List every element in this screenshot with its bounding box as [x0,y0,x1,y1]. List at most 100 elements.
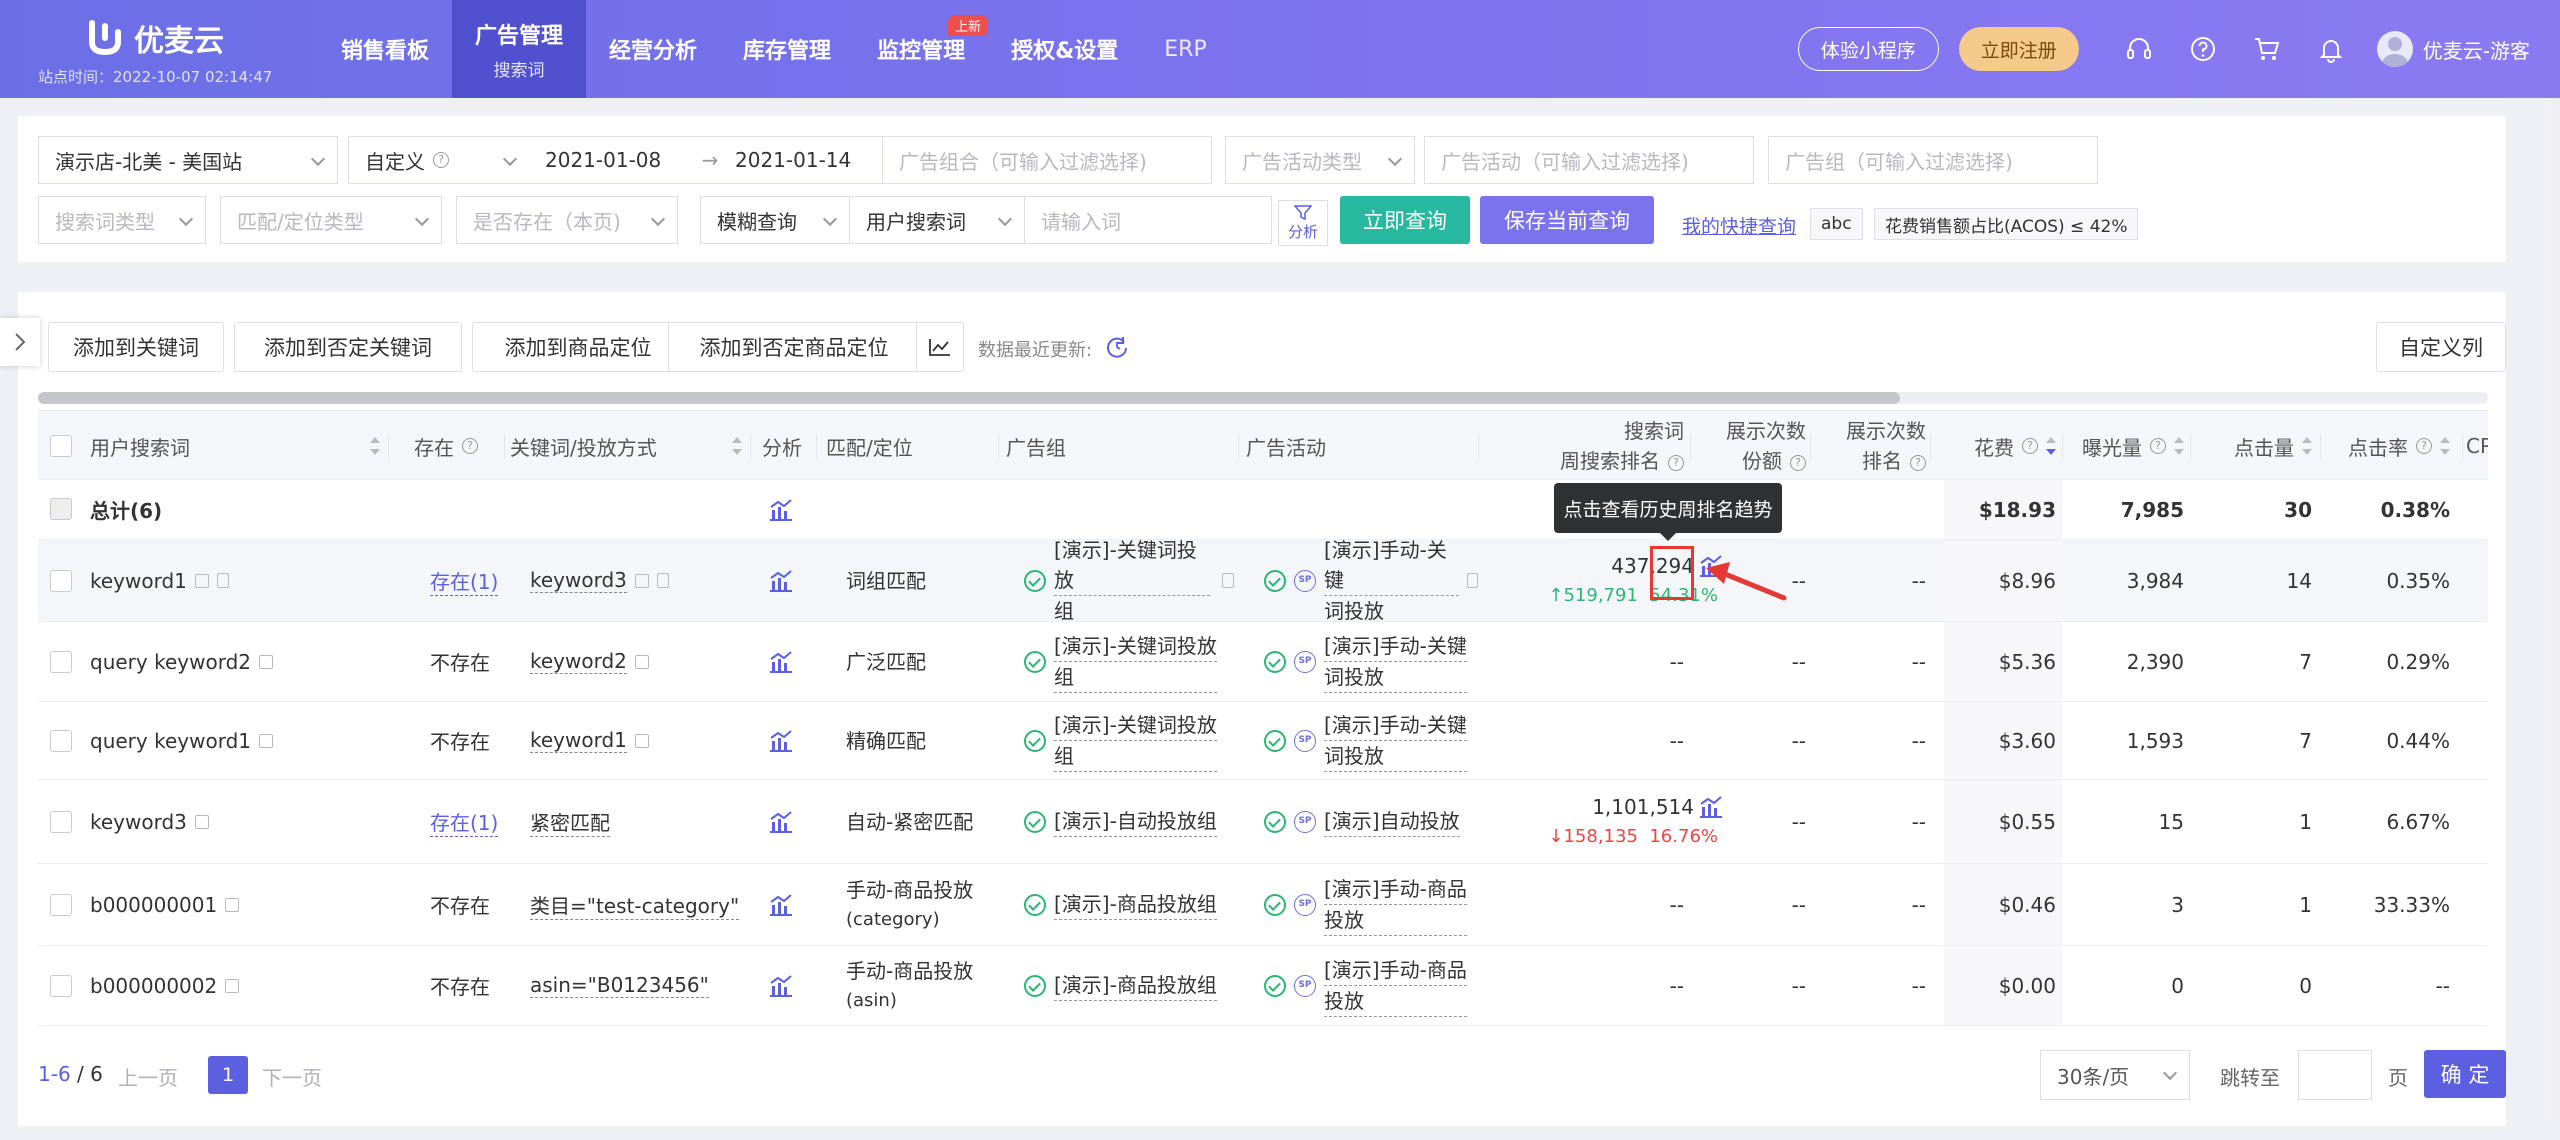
mini-program-button[interactable]: 体验小程序 [1797,27,1939,71]
horizontal-scrollbar[interactable] [38,392,2488,404]
headset-icon[interactable] [2124,34,2154,64]
table-row[interactable]: query keyword1 不存在 keyword1 精确匹配 [演示]-关键词投放组… [38,702,2488,780]
ad-group-cell[interactable]: [演示]-关键词投放组 [1024,622,1234,701]
ad-group-cell[interactable]: [演示]-商品投放组 [1024,946,1234,1025]
th-clicks[interactable]: 点击量 [2192,411,2312,481]
ad-group-select[interactable]: 广告组（可输入过滤选择) [1768,136,2098,184]
sort-icon[interactable] [2440,437,2450,455]
th-keyword[interactable]: 关键词/投放方式 [510,411,657,481]
campaign-cell[interactable]: SP [演示]手动-关键 词投放 [1264,538,1478,627]
search-field-select[interactable]: 用户搜索词 [849,196,1025,244]
campaign-select[interactable]: 广告活动（可输入过滤选择) [1424,136,1754,184]
query-button[interactable]: 立即查询 [1340,196,1470,244]
th-spend[interactable]: 花费? [1938,411,2056,481]
exists-value[interactable]: 存在(1) [430,566,499,596]
copy-icon[interactable] [1222,573,1234,588]
ad-group-cell[interactable]: [演示]-关键词投放组 [1024,538,1234,627]
row-checkbox[interactable] [50,730,72,752]
th-search-term[interactable]: 用户搜索词 [90,411,190,481]
quick-query-link[interactable]: 我的快捷查询 [1682,212,1796,239]
row-checkbox[interactable] [50,570,72,592]
nav-business-analysis[interactable]: 经营分析 [586,0,720,98]
ad-group-cell[interactable]: [演示]-商品投放组 [1024,864,1234,945]
sort-icon[interactable] [2302,437,2312,455]
th-exists[interactable]: 存在? [414,411,478,481]
th-ctr[interactable]: 点击率? [2322,411,2450,481]
external-link-icon[interactable] [634,733,649,748]
campaign-cell[interactable]: SP [演示]手动-关键 词投放 [1264,622,1478,701]
sort-icon[interactable] [732,437,742,455]
vertical-scrollbar[interactable] [2544,100,2554,1120]
external-link-icon[interactable] [194,573,209,588]
external-link-icon[interactable] [225,897,240,912]
ad-group-cell[interactable]: [演示]-关键词投放组 [1024,702,1234,779]
chart-toggle-button[interactable] [916,322,964,372]
nav-auth-settings[interactable]: 授权&设置 [988,0,1141,98]
exists-value[interactable]: 存在(1) [430,807,499,837]
keyword-text[interactable]: keyword1 [530,728,627,753]
row-checkbox[interactable] [50,975,72,997]
trend-chart-icon[interactable] [768,864,794,945]
fuzzy-mode-select[interactable]: 模糊查询 [700,196,850,244]
sort-icon[interactable] [2046,437,2056,455]
user-name[interactable]: 优麦云-游客 [2423,35,2530,64]
table-row[interactable]: keyword1 存在(1) keyword3 词组匹配 [演示]-关键词投放组 SP [演… [38,538,2488,627]
table-row[interactable]: b000000002 不存在 asin="B0123456" 手动-商品投放 (asin… [38,946,2488,1026]
analyze-button[interactable]: 分析 [1278,200,1328,246]
trend-chart-icon[interactable] [768,702,794,779]
register-button[interactable]: 立即注册 [1958,27,2079,71]
bell-icon[interactable] [2316,34,2346,64]
jump-page-input[interactable] [2298,1050,2372,1100]
campaign-cell[interactable]: SP [演示]手动-商品 投放 [1264,946,1478,1025]
add-to-product-target-button[interactable]: 添加到商品定位 [472,322,684,372]
copy-icon[interactable] [1466,573,1478,588]
nav-inventory[interactable]: 库存管理 [720,0,854,98]
custom-columns-button[interactable]: 自定义列 [2376,322,2506,372]
cart-icon[interactable] [2252,34,2282,64]
keyword-text[interactable]: keyword2 [530,649,627,674]
page-number-current[interactable]: 1 [208,1056,248,1094]
campaign-cell[interactable]: SP [演示]手动-关键 词投放 [1264,702,1478,779]
match-type-select[interactable]: 匹配/定位类型 [220,196,442,244]
scrollbar-thumb[interactable] [38,392,1900,404]
row-checkbox[interactable] [50,651,72,673]
th-impressions[interactable]: 曝光量? [2064,411,2184,481]
sidebar-toggle[interactable] [0,318,40,366]
table-row[interactable]: b000000001 不存在 类目="test-category" 手动-商品投放 (c… [38,864,2488,946]
quick-query-tag[interactable]: 花费销售额占比(ACOS) ≤ 42% [1874,208,2139,240]
row-checkbox[interactable] [50,894,72,916]
add-to-negative-keyword-button[interactable]: 添加到否定关键词 [234,322,462,372]
campaign-cell[interactable]: SP [演示]自动投放 [1264,780,1478,863]
external-link-icon[interactable] [259,733,273,748]
help-icon[interactable] [2188,34,2218,64]
brand-logo[interactable]: 优麦云 [88,16,224,60]
exists-select[interactable]: 是否存在（本页) [456,196,678,244]
external-link-icon[interactable] [225,978,240,993]
nav-monitoring[interactable]: 监控管理 上新 [854,0,989,98]
trend-chart-icon[interactable] [768,622,794,701]
date-end[interactable]: 2021-01-14 [735,148,851,172]
keyword-text[interactable]: keyword3 [530,568,627,593]
save-query-button[interactable]: 保存当前查询 [1480,196,1654,244]
keyword-text[interactable]: 紧密匹配 [530,807,610,837]
external-link-icon[interactable] [634,654,649,669]
store-select[interactable]: 演示店-北美 - 美国站 [38,136,338,184]
next-page-button[interactable]: 下一页 [262,1062,322,1091]
date-range-picker[interactable]: 2021-01-08 → 2021-01-14 [529,136,889,184]
select-all-checkbox[interactable] [50,435,72,457]
keyword-text[interactable]: 类目="test-category" [530,890,740,920]
external-link-icon[interactable] [194,814,209,829]
copy-icon[interactable] [656,573,669,588]
th-cpc[interactable]: CPC [2466,411,2488,481]
jump-confirm-button[interactable]: 确 定 [2424,1050,2506,1098]
trend-chart-icon[interactable] [768,480,794,539]
prev-page-button[interactable]: 上一页 [118,1062,178,1091]
nav-erp[interactable]: ERP [1141,0,1229,98]
search-term-type-select[interactable]: 搜索词类型 [38,196,206,244]
keyword-text[interactable]: asin="B0123456" [530,973,709,998]
external-link-icon[interactable] [634,573,649,588]
keyword-input[interactable]: 请输入词 [1024,196,1272,244]
external-link-icon[interactable] [259,654,273,669]
table-row[interactable]: query keyword2 不存在 keyword2 广泛匹配 [演示]-关键词投放组… [38,622,2488,702]
trend-chart-icon[interactable] [768,540,794,621]
